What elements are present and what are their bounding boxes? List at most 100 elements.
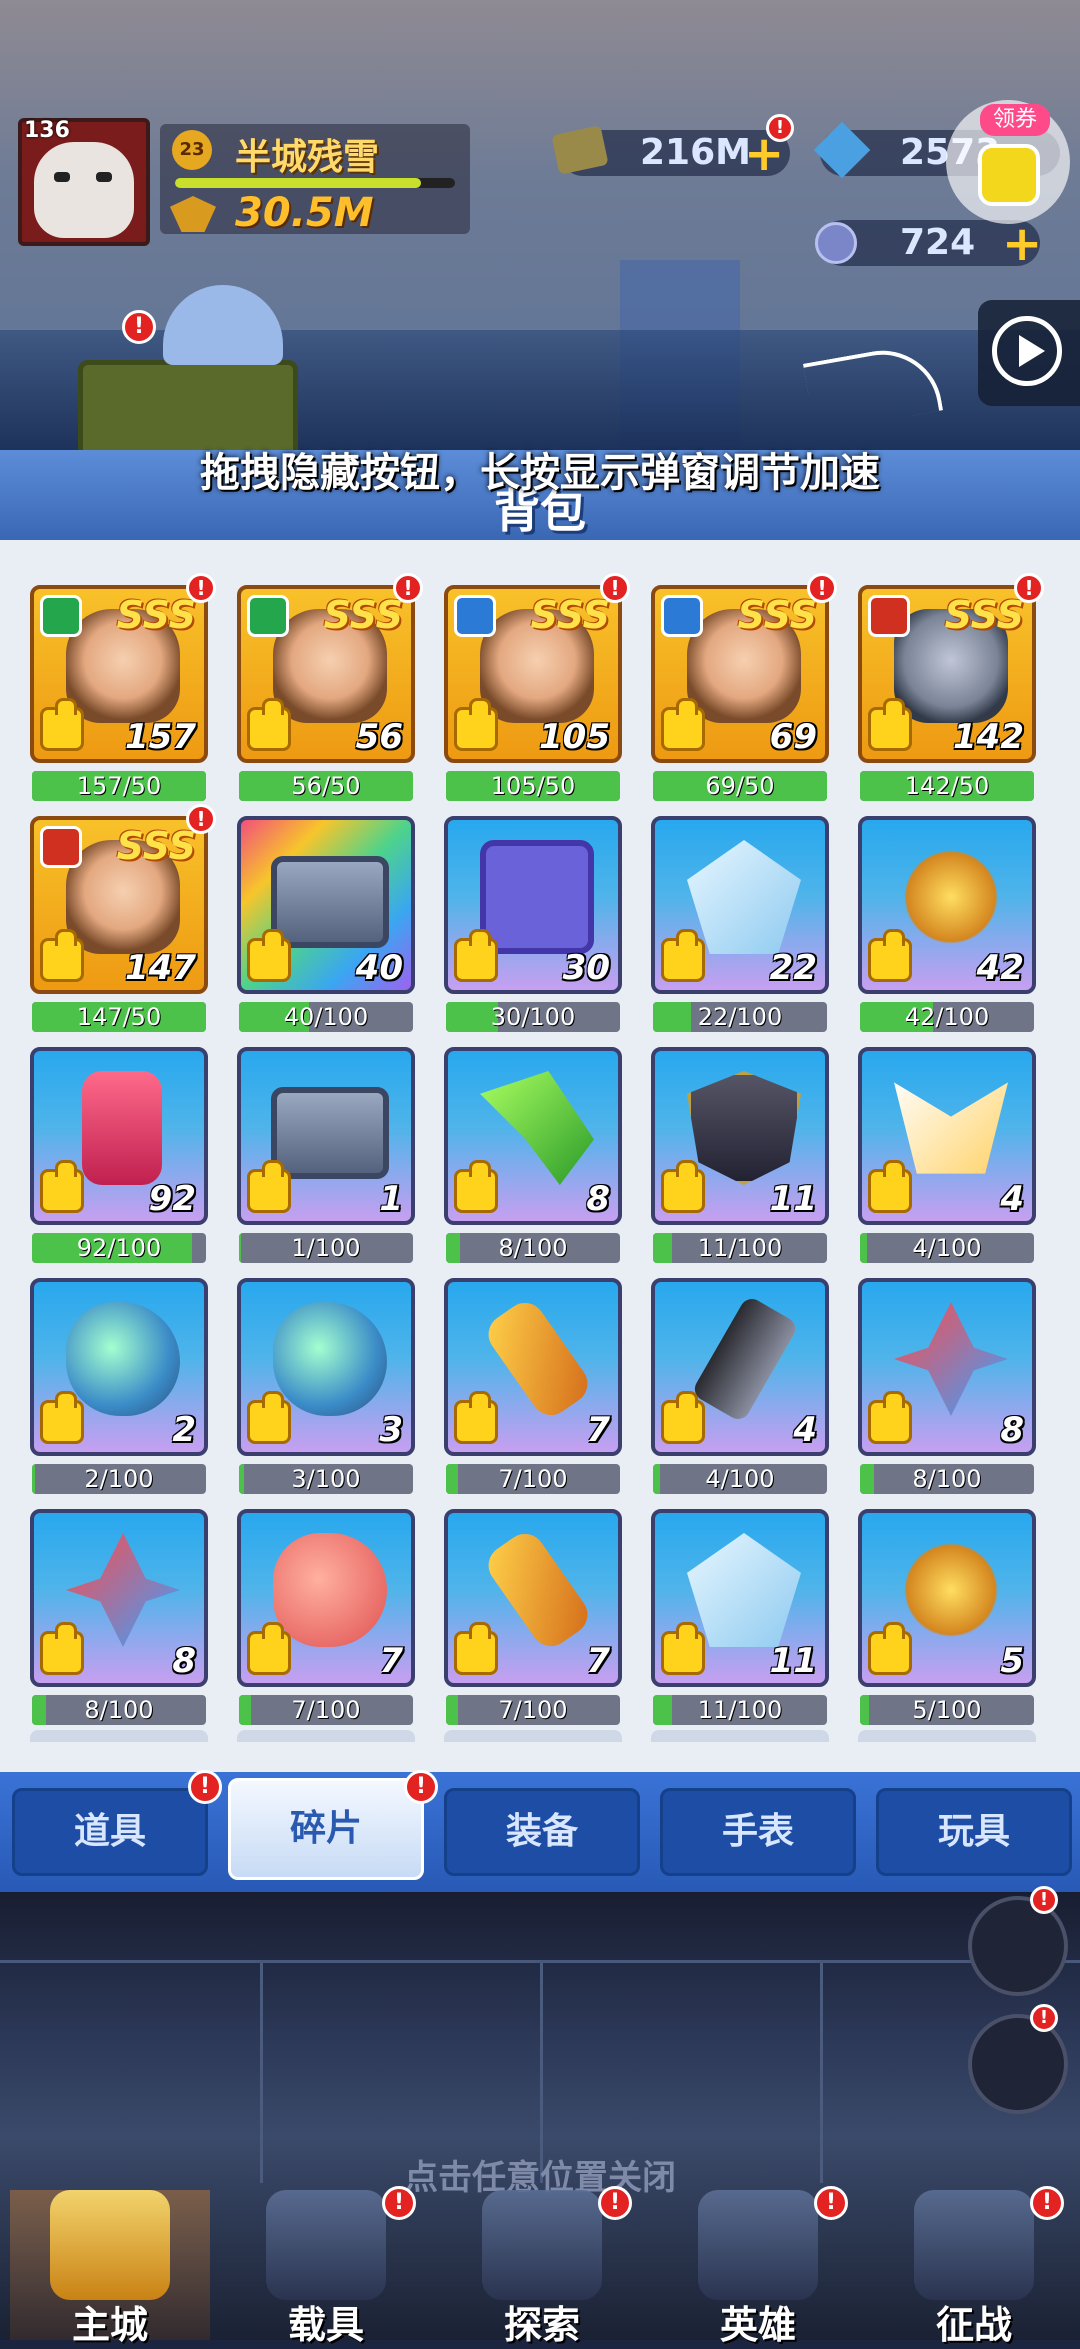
fragment-progress-bar: 3/100 <box>239 1464 413 1494</box>
fragment-item[interactable]: 7 7/100 <box>237 1509 415 1729</box>
fragment-progress-bar: 11/100 <box>653 1233 827 1263</box>
fragment-count: 4 <box>1000 1179 1024 1219</box>
fragment-item[interactable]: 40 40/100 <box>237 816 415 1036</box>
add-coin-button[interactable]: + <box>1002 220 1042 268</box>
next-row-peek <box>30 1730 1060 1744</box>
alert-icon: ! <box>393 573 423 603</box>
puzzle-piece-icon <box>247 1391 291 1444</box>
fragment-item[interactable]: 4 4/100 <box>858 1047 1036 1267</box>
floor-grid <box>0 1960 1080 2183</box>
fish-icon <box>273 1533 387 1647</box>
puzzle-piece-icon <box>454 1391 498 1444</box>
tab-fragments[interactable]: 碎片 <box>228 1778 424 1880</box>
fragment-count: 8 <box>172 1641 196 1681</box>
progress-text: 7/100 <box>291 1696 361 1724</box>
nav-main-city[interactable]: 主城 <box>10 2190 210 2347</box>
fragment-card[interactable]: SSS 105 <box>444 585 622 763</box>
puzzle-piece-icon <box>40 929 84 982</box>
fragment-card[interactable]: SSS 157 <box>30 585 208 763</box>
fragment-item[interactable]: 11 11/100 <box>651 1509 829 1729</box>
fragment-card[interactable]: SSS 69 <box>651 585 829 763</box>
fragment-item[interactable]: 2 2/100 <box>30 1278 208 1498</box>
fragment-item[interactable]: 30 30/100 <box>444 816 622 1036</box>
fragment-card[interactable]: 2 <box>30 1278 208 1456</box>
ranking-button[interactable] <box>968 2014 1068 2114</box>
fragment-card[interactable]: 30 <box>444 816 622 994</box>
nav-heroes[interactable]: 英雄! <box>658 2186 858 2347</box>
fragment-item[interactable]: SSS 142 142/50! <box>858 573 1044 805</box>
drag-hint-text: 拖拽隐藏按钮，长按显示弹窗调节加速 <box>200 450 880 496</box>
fragment-item[interactable]: SSS 69 69/50! <box>651 573 837 805</box>
nav-campaign[interactable]: 征战! <box>874 2186 1074 2347</box>
hero-team-button[interactable] <box>968 1896 1068 1996</box>
player-power: 30.5M <box>235 190 374 236</box>
tool-icon <box>480 1526 596 1654</box>
fragment-card[interactable]: 4 <box>651 1278 829 1456</box>
fragment-card[interactable]: SSS 142 <box>858 585 1036 763</box>
fragment-item[interactable]: SSS 56 56/50! <box>237 573 423 805</box>
fragment-item[interactable]: 1 1/100 <box>237 1047 415 1267</box>
progress-text: 2/100 <box>84 1465 154 1493</box>
puzzle-piece-icon <box>868 698 912 751</box>
tab-toys[interactable]: 玩具 <box>876 1788 1072 1876</box>
progress-text: 157/50 <box>76 772 162 800</box>
fragment-item[interactable]: 5 5/100 <box>858 1509 1036 1729</box>
tab-equipment[interactable]: 装备 <box>444 1788 640 1876</box>
shard-icon <box>894 1302 1008 1416</box>
tab-watch[interactable]: 手表 <box>660 1788 856 1876</box>
fragment-card[interactable]: 3 <box>237 1278 415 1456</box>
fragment-progress-bar: 8/100 <box>446 1233 620 1263</box>
fragment-item[interactable]: 7 7/100 <box>444 1278 622 1498</box>
fragment-card[interactable]: SSS 147 <box>30 816 208 994</box>
fragment-card[interactable]: 11 <box>651 1509 829 1687</box>
fragment-item[interactable]: 8 8/100 <box>858 1278 1036 1498</box>
vip-badge: 23 <box>172 130 212 170</box>
explore-icon <box>482 2190 602 2300</box>
fragment-item[interactable]: 3 3/100 <box>237 1278 415 1498</box>
fragment-card[interactable]: 7 <box>237 1509 415 1687</box>
coin-icon <box>815 222 857 264</box>
fragment-count: 157 <box>125 717 196 757</box>
fragment-progress-bar: 142/50 <box>860 771 1034 801</box>
fragment-card[interactable]: 5 <box>858 1509 1036 1687</box>
fragment-card[interactable]: 40 <box>237 816 415 994</box>
campaign-icon <box>914 2190 1034 2300</box>
puzzle-piece-icon <box>247 698 291 751</box>
fragment-card[interactable]: 1 <box>237 1047 415 1225</box>
fragment-progress-bar: 2/100 <box>32 1464 206 1494</box>
play-video-button[interactable] <box>978 300 1080 406</box>
fragment-item[interactable]: 11 11/100 <box>651 1047 829 1267</box>
fragment-card[interactable]: 92 <box>30 1047 208 1225</box>
fragment-card[interactable]: 7 <box>444 1278 622 1456</box>
fragment-item[interactable]: SSS 157 157/50! <box>30 573 216 805</box>
nav-explore[interactable]: 探索! <box>442 2186 642 2347</box>
fragment-card[interactable]: 11 <box>651 1047 829 1225</box>
nav-vehicles[interactable]: 载具! <box>226 2186 426 2347</box>
fragment-item[interactable]: 92 92/100 <box>30 1047 208 1267</box>
fragment-card[interactable]: 8 <box>444 1047 622 1225</box>
fragment-item[interactable]: 42 42/100 <box>858 816 1036 1036</box>
fragment-item[interactable]: 7 7/100 <box>444 1509 622 1729</box>
add-cash-button[interactable]: + <box>744 130 784 178</box>
coupon-button[interactable]: 领券 <box>946 100 1070 224</box>
fragment-count: 11 <box>769 1641 817 1681</box>
fragment-item[interactable]: 8 8/100 <box>444 1047 622 1267</box>
fragment-card[interactable]: SSS 56 <box>237 585 415 763</box>
fragment-card[interactable]: 8 <box>858 1278 1036 1456</box>
faction-emblem-icon <box>247 595 289 637</box>
tab-alert-icon: ! <box>188 1770 222 1804</box>
heroes-icon <box>698 2190 818 2300</box>
fragment-item[interactable]: SSS 105 105/50! <box>444 573 630 805</box>
fragment-card[interactable]: 42 <box>858 816 1036 994</box>
tab-items[interactable]: 道具 <box>12 1788 208 1876</box>
fragment-item[interactable]: 8 8/100 <box>30 1509 208 1729</box>
fragment-item[interactable]: 22 22/100 <box>651 816 829 1036</box>
fragment-item[interactable]: SSS 147 147/50! <box>30 804 216 1036</box>
fragment-card[interactable]: 8 <box>30 1509 208 1687</box>
fragment-count: 69 <box>769 717 817 757</box>
fragment-item[interactable]: 4 4/100 <box>651 1278 829 1498</box>
fragment-card[interactable]: 7 <box>444 1509 622 1687</box>
crystal-icon <box>687 1533 801 1647</box>
fragment-card[interactable]: 4 <box>858 1047 1036 1225</box>
fragment-card[interactable]: 22 <box>651 816 829 994</box>
